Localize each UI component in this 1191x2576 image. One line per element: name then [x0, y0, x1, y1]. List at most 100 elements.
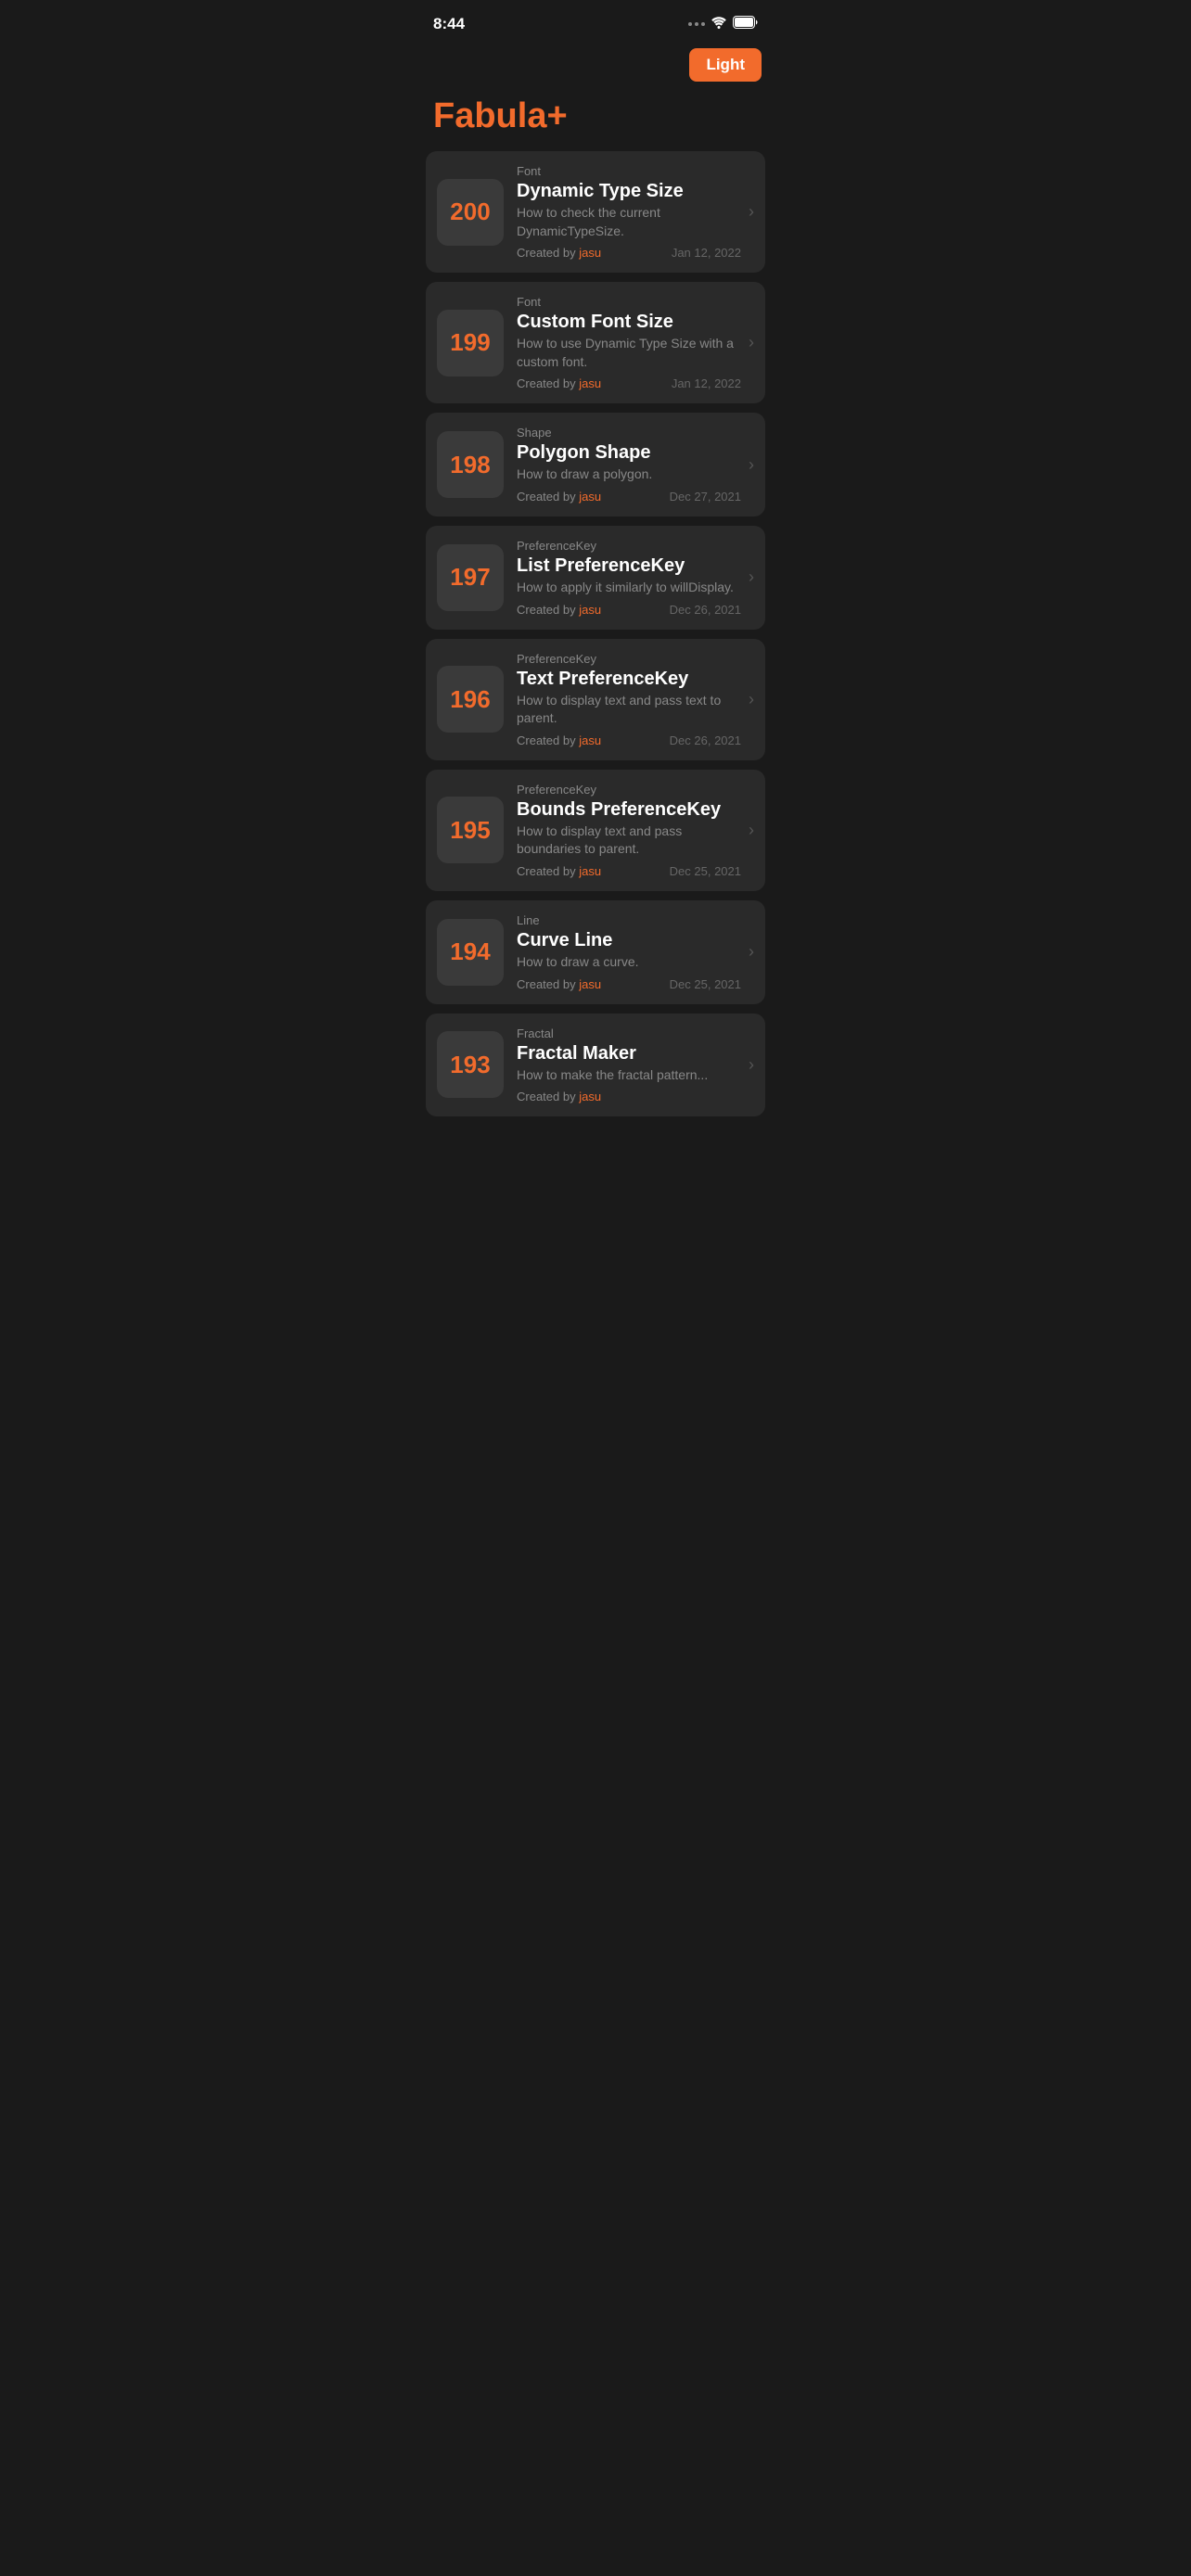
app-title: Fabula+	[415, 85, 776, 151]
item-footer: Created by jasu Dec 25, 2021	[517, 864, 741, 878]
item-category: Font	[517, 295, 741, 309]
status-bar: 8:44	[415, 0, 776, 41]
item-author: Created by jasu	[517, 864, 601, 878]
item-number: 193	[450, 1051, 490, 1079]
item-content: Font Dynamic Type Size How to check the …	[517, 164, 741, 260]
item-title: Fractal Maker	[517, 1042, 741, 1065]
item-badge: 198	[437, 431, 504, 498]
item-category: PreferenceKey	[517, 539, 741, 553]
list-item[interactable]: 197 PreferenceKey List PreferenceKey How…	[426, 526, 765, 630]
item-content: Line Curve Line How to draw a curve. Cre…	[517, 913, 741, 991]
light-mode-button[interactable]: Light	[689, 48, 762, 82]
item-author: Created by jasu	[517, 733, 601, 747]
item-content: Fractal Fractal Maker How to make the fr…	[517, 1027, 741, 1104]
item-description: How to display text and pass boundaries …	[517, 823, 741, 859]
item-author-name: jasu	[579, 977, 601, 991]
item-badge: 200	[437, 179, 504, 246]
item-badge: 199	[437, 310, 504, 376]
item-author-name: jasu	[579, 733, 601, 747]
item-category: PreferenceKey	[517, 783, 741, 797]
list-item[interactable]: 199 Font Custom Font Size How to use Dyn…	[426, 282, 765, 403]
item-description: How to apply it similarly to willDisplay…	[517, 579, 741, 597]
item-footer: Created by jasu Dec 26, 2021	[517, 603, 741, 617]
item-title: Polygon Shape	[517, 441, 741, 464]
item-footer: Created by jasu Jan 12, 2022	[517, 246, 741, 260]
list-item[interactable]: 200 Font Dynamic Type Size How to check …	[426, 151, 765, 273]
item-content: Font Custom Font Size How to use Dynamic…	[517, 295, 741, 390]
item-author: Created by jasu	[517, 977, 601, 991]
item-badge: 196	[437, 666, 504, 733]
item-author-name: jasu	[579, 603, 601, 617]
chevron-right-icon: ›	[749, 202, 754, 222]
item-title: Text PreferenceKey	[517, 668, 741, 690]
item-date: Dec 26, 2021	[670, 603, 741, 617]
item-footer: Created by jasu Dec 25, 2021	[517, 977, 741, 991]
item-title: Curve Line	[517, 929, 741, 951]
item-category: Line	[517, 913, 741, 927]
item-date: Jan 12, 2022	[672, 246, 741, 260]
item-description: How to draw a polygon.	[517, 465, 741, 484]
chevron-right-icon: ›	[749, 333, 754, 352]
chevron-right-icon: ›	[749, 690, 754, 709]
item-number: 195	[450, 816, 490, 845]
item-description: How to draw a curve.	[517, 953, 741, 972]
item-number: 198	[450, 451, 490, 479]
item-author-name: jasu	[579, 246, 601, 260]
item-date: Jan 12, 2022	[672, 376, 741, 390]
chevron-right-icon: ›	[749, 821, 754, 840]
item-title: Custom Font Size	[517, 311, 741, 333]
item-badge: 197	[437, 544, 504, 611]
item-category: Shape	[517, 426, 741, 440]
item-badge: 194	[437, 919, 504, 986]
list-item[interactable]: 198 Shape Polygon Shape How to draw a po…	[426, 413, 765, 516]
item-number: 200	[450, 198, 490, 226]
item-category: Fractal	[517, 1027, 741, 1040]
item-date: Dec 27, 2021	[670, 490, 741, 504]
item-footer: Created by jasu Jan 12, 2022	[517, 376, 741, 390]
item-number: 194	[450, 937, 490, 966]
signal-icon	[688, 22, 705, 26]
item-author: Created by jasu	[517, 490, 601, 504]
header-row: Light	[415, 41, 776, 85]
item-description: How to check the current DynamicTypeSize…	[517, 204, 741, 240]
item-author: Created by jasu	[517, 1090, 601, 1103]
chevron-right-icon: ›	[749, 1055, 754, 1075]
list-item[interactable]: 193 Fractal Fractal Maker How to make th…	[426, 1014, 765, 1117]
chevron-right-icon: ›	[749, 942, 754, 962]
item-content: PreferenceKey Bounds PreferenceKey How t…	[517, 783, 741, 878]
item-date: Dec 25, 2021	[670, 977, 741, 991]
battery-icon	[733, 16, 758, 33]
item-description: How to make the fractal pattern...	[517, 1066, 741, 1085]
item-category: Font	[517, 164, 741, 178]
item-number: 197	[450, 563, 490, 592]
wifi-icon	[711, 16, 727, 33]
item-badge: 193	[437, 1031, 504, 1098]
item-author-name: jasu	[579, 864, 601, 878]
item-author-name: jasu	[579, 490, 601, 504]
item-content: PreferenceKey Text PreferenceKey How to …	[517, 652, 741, 747]
item-category: PreferenceKey	[517, 652, 741, 666]
item-title: Bounds PreferenceKey	[517, 798, 741, 821]
item-author: Created by jasu	[517, 376, 601, 390]
item-badge: 195	[437, 797, 504, 863]
list-item[interactable]: 194 Line Curve Line How to draw a curve.…	[426, 900, 765, 1004]
chevron-right-icon: ›	[749, 455, 754, 475]
list-item[interactable]: 196 PreferenceKey Text PreferenceKey How…	[426, 639, 765, 760]
item-content: Shape Polygon Shape How to draw a polygo…	[517, 426, 741, 504]
item-description: How to display text and pass text to par…	[517, 692, 741, 728]
status-time: 8:44	[433, 15, 465, 33]
item-date: Dec 25, 2021	[670, 864, 741, 878]
item-author-name: jasu	[579, 376, 601, 390]
item-footer: Created by jasu	[517, 1090, 741, 1103]
item-date: Dec 26, 2021	[670, 733, 741, 747]
item-footer: Created by jasu Dec 26, 2021	[517, 733, 741, 747]
item-author: Created by jasu	[517, 603, 601, 617]
item-title: List PreferenceKey	[517, 555, 741, 577]
item-author-name: jasu	[579, 1090, 601, 1103]
chevron-right-icon: ›	[749, 567, 754, 587]
list-item[interactable]: 195 PreferenceKey Bounds PreferenceKey H…	[426, 770, 765, 891]
status-icons	[688, 16, 758, 33]
item-number: 196	[450, 685, 490, 714]
list-container: 200 Font Dynamic Type Size How to check …	[415, 151, 776, 1116]
item-title: Dynamic Type Size	[517, 180, 741, 202]
